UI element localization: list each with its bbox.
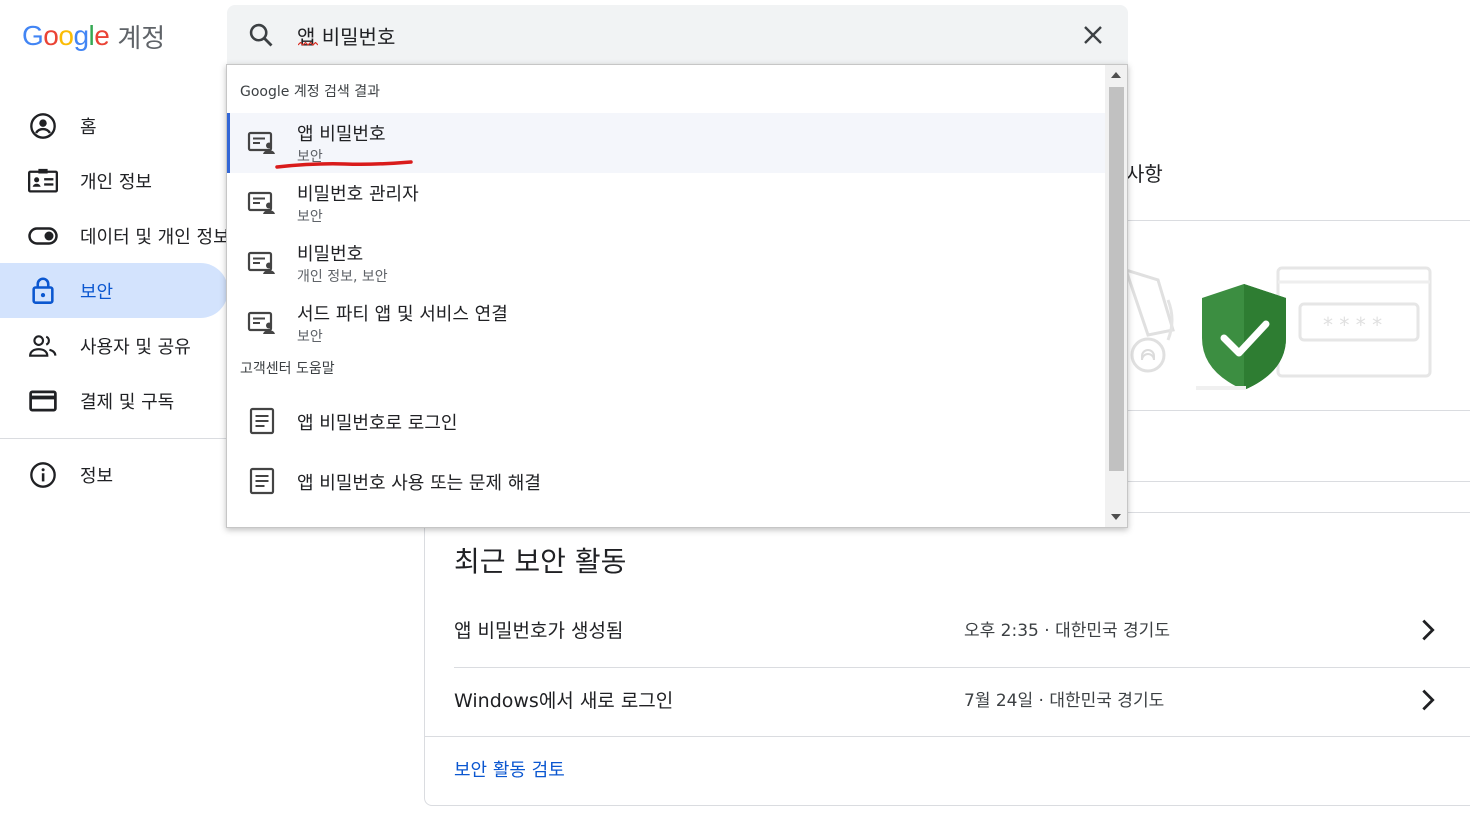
sidebar-item-label: 결제 및 구독: [80, 391, 175, 413]
clear-search-button[interactable]: [1077, 19, 1109, 51]
product-name: 계정: [117, 23, 166, 54]
search-result-item[interactable]: 서드 파티 앱 및 서비스 연결 보안: [227, 293, 1105, 353]
card-divider: [424, 736, 1470, 737]
settings-page-icon: [247, 191, 275, 214]
result-title: 앱 비밀번호: [297, 124, 386, 145]
result-subtitle: 보안: [297, 329, 323, 345]
lock-icon: [28, 276, 58, 306]
sidebar-item-people-sharing[interactable]: 사용자 및 공유: [0, 318, 228, 373]
sidebar-item-payments-subscriptions[interactable]: 결제 및 구독: [0, 373, 228, 428]
sidebar-item-label: 홈: [80, 116, 97, 138]
scroll-down-arrow-icon[interactable]: [1111, 514, 1121, 520]
sidebar-item-personal-info[interactable]: 개인 정보: [0, 153, 228, 208]
recent-activity-title: 최근 보안 활동: [454, 545, 627, 578]
search-result-item[interactable]: 비밀번호 관리자 보안: [227, 173, 1105, 233]
sidebar-item-label: 개인 정보: [80, 171, 152, 193]
search-result-item[interactable]: 비밀번호 개인 정보, 보안: [227, 233, 1105, 293]
activity-name: 앱 비밀번호가 생성됨: [454, 620, 624, 642]
security-illustration: * * * *: [1123, 266, 1432, 390]
search-input[interactable]: [297, 19, 1057, 51]
help-article-item[interactable]: 앱 비밀번호로 로그인: [227, 391, 1105, 451]
sidebar-item-about[interactable]: 정보: [0, 447, 228, 502]
credit-card-icon: [28, 386, 58, 416]
activity-meta: 오후 2:35 · 대한민국 경기도: [964, 621, 1170, 641]
partial-heading-text: 사항: [1126, 162, 1163, 186]
toggle-icon: [28, 221, 58, 251]
activity-name: Windows에서 새로 로그인: [454, 690, 674, 712]
spellcheck-squiggle: [298, 42, 318, 46]
search-suggestions-dropdown: Google 계정 검색 결과 앱 비밀번호 보안 비밀번호 관리자 보안 비밀…: [226, 64, 1128, 528]
scroll-up-arrow-icon[interactable]: [1111, 72, 1121, 78]
help-article-item[interactable]: 앱 비밀번호 사용 또는 문제 해결: [227, 451, 1105, 511]
sidebar-item-label: 데이터 및 개인 정보: [80, 226, 228, 248]
result-subtitle: 개인 정보, 보안: [297, 269, 388, 285]
account-circle-icon: [28, 111, 58, 141]
activity-meta: 7월 24일 · 대한민국 경기도: [964, 691, 1165, 711]
people-icon: [28, 331, 58, 361]
activity-row[interactable]: 앱 비밀번호가 생성됨 오후 2:35 · 대한민국 경기도: [454, 596, 1470, 666]
svg-text:* * * *: * * * *: [1323, 313, 1382, 337]
help-article-title: 앱 비밀번호 사용 또는 문제 해결: [297, 473, 541, 494]
help-article-title: 앱 비밀번호로 로그인: [297, 413, 458, 434]
chevron-right-icon: [1422, 689, 1435, 711]
article-icon: [249, 467, 275, 495]
activity-row[interactable]: Windows에서 새로 로그인 7월 24일 · 대한민국 경기도: [454, 666, 1470, 736]
scroll-thumb[interactable]: [1109, 87, 1124, 471]
sidebar-item-label: 보안: [80, 281, 114, 303]
sidebar-item-security[interactable]: 보안: [0, 263, 228, 318]
article-icon: [249, 407, 275, 435]
info-icon: [28, 460, 58, 490]
sidebar-item-data-privacy[interactable]: 데이터 및 개인 정보: [0, 208, 228, 263]
sidebar-divider: [0, 438, 228, 439]
sidebar-item-home[interactable]: 홈: [0, 98, 228, 153]
sidebar-item-label: 사용자 및 공유: [80, 336, 191, 358]
sidebar-nav: 홈 개인 정보 데이터 및 개인 정보 보안 사용자 및 공유 결제 및 구독: [0, 98, 228, 502]
dropdown-scrollbar[interactable]: [1105, 65, 1127, 527]
result-title: 비밀번호 관리자: [297, 184, 419, 205]
settings-page-icon: [247, 251, 275, 274]
settings-page-icon: [247, 311, 275, 334]
google-account-logo[interactable]: Google 계정: [22, 16, 165, 56]
result-title: 비밀번호: [297, 244, 364, 265]
help-results-heading: 고객센터 도움말: [240, 361, 335, 377]
sidebar-item-label: 정보: [80, 465, 114, 487]
result-subtitle: 보안: [297, 209, 323, 225]
chevron-right-icon: [1422, 619, 1435, 641]
google-wordmark: Google: [22, 20, 110, 51]
badge-icon: [28, 166, 58, 196]
settings-page-icon: [247, 131, 275, 154]
search-icon[interactable]: [247, 21, 275, 49]
account-results-heading: Google 계정 검색 결과: [240, 84, 380, 100]
review-security-activity-link[interactable]: 보안 활동 검토: [454, 756, 565, 782]
result-title: 서드 파티 앱 및 서비스 연결: [297, 304, 508, 325]
close-icon: [1084, 26, 1102, 44]
search-bar: [227, 5, 1128, 65]
red-annotation-underline: [275, 160, 413, 169]
card-divider: [1100, 410, 1470, 411]
